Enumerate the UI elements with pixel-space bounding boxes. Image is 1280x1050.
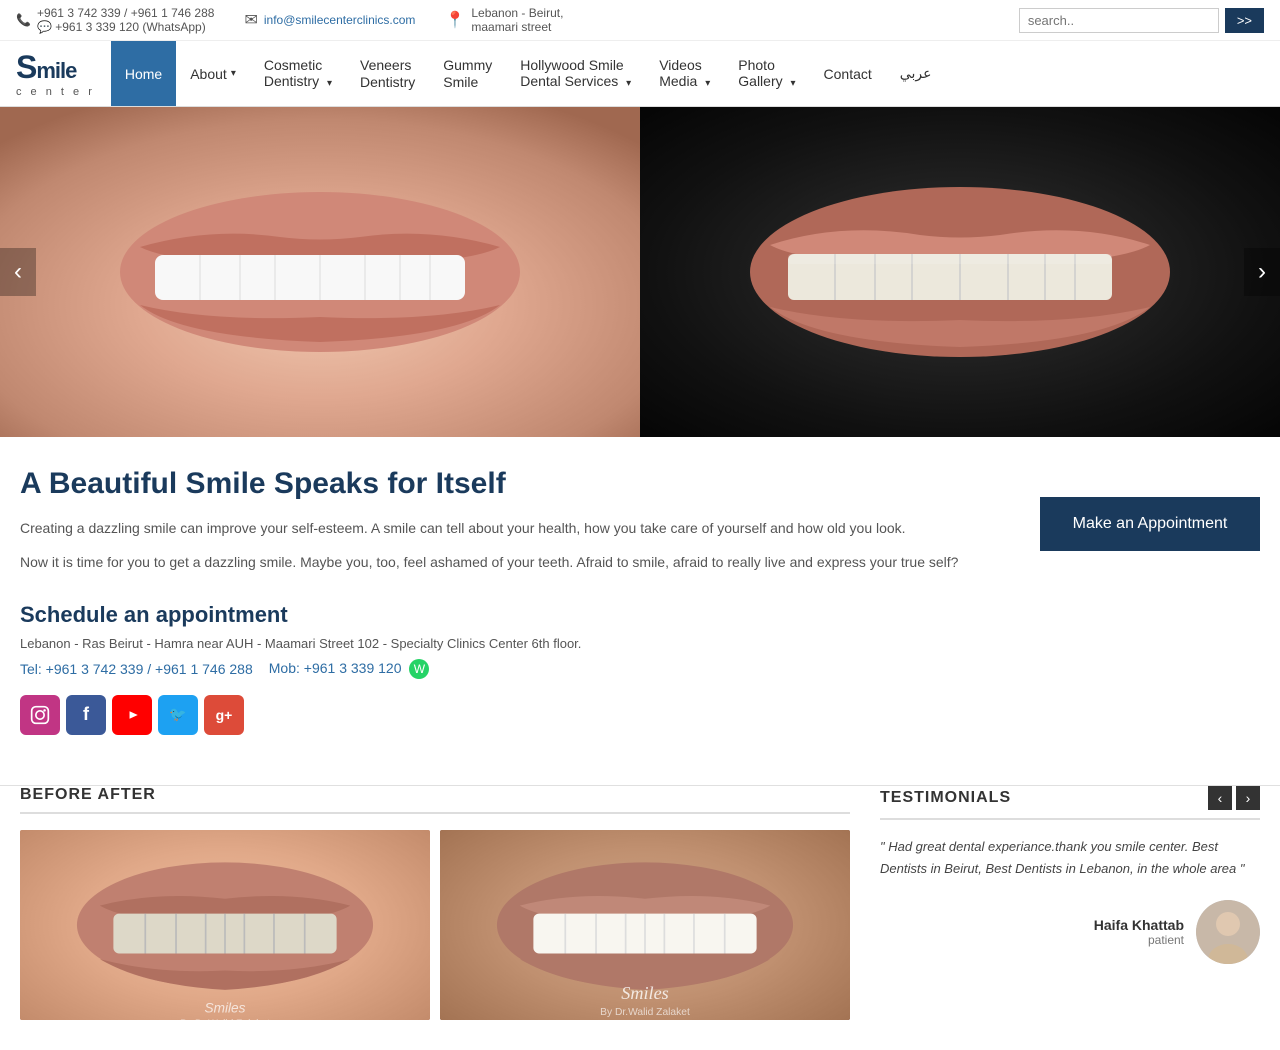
- author-info: Haifa Khattab patient: [1094, 917, 1184, 947]
- intro-para1: Creating a dazzling smile can improve yo…: [20, 517, 1010, 539]
- nav-contact[interactable]: Contact: [810, 41, 886, 106]
- nav-about[interactable]: About ▾: [176, 41, 250, 106]
- nav-hollywood-smile[interactable]: Hollywood Smile Dental Services ▾: [506, 41, 645, 106]
- facebook-icon[interactable]: f: [66, 695, 106, 735]
- search-area: >>: [1019, 8, 1264, 33]
- before-image-svg: Smiles By Dr.Walid Zalaket: [20, 830, 430, 1020]
- author-name: Haifa Khattab: [1094, 917, 1184, 933]
- schedule-address: Lebanon - Ras Beirut - Hamra near AUH - …: [20, 636, 1010, 651]
- nav-gummy-smile[interactable]: Gummy Smile: [429, 41, 506, 106]
- before-after-header: BEFORE AFTER: [20, 786, 850, 814]
- author-avatar: [1196, 900, 1260, 964]
- phone-item: 📞 +961 3 742 339 / +961 1 746 288 💬 +961…: [16, 6, 214, 34]
- testimonials-section: TESTIMONIALS ‹ › " Had great dental expe…: [880, 786, 1260, 1020]
- testimonials-header: TESTIMONIALS ‹ ›: [880, 786, 1260, 820]
- appointment-button[interactable]: Make an Appointment: [1040, 497, 1260, 551]
- location-text: Lebanon - Beirut, maamari street: [471, 6, 563, 34]
- google-plus-icon[interactable]: g+: [204, 695, 244, 735]
- tel-number: Tel: +961 3 742 339 / +961 1 746 288: [20, 661, 253, 677]
- youtube-icon[interactable]: [112, 695, 152, 735]
- instagram-icon[interactable]: [20, 695, 60, 735]
- testimonials-title: TESTIMONIALS: [880, 789, 1011, 807]
- nav-photo-gallery[interactable]: Photo Gallery ▾: [724, 41, 809, 106]
- about-arrow: ▾: [231, 68, 236, 79]
- schedule-title: Schedule an appointment: [20, 602, 1010, 628]
- svg-text:By Dr.Walid Zalaket: By Dr.Walid Zalaket: [600, 1007, 690, 1018]
- before-image: Smiles By Dr.Walid Zalaket: [20, 830, 430, 1020]
- author-role: patient: [1094, 933, 1184, 947]
- testimonial-author: Haifa Khattab patient: [880, 900, 1260, 964]
- before-after-images: Smiles By Dr.Walid Zalaket: [20, 830, 850, 1020]
- schedule-phones: Tel: +961 3 742 339 / +961 1 746 288 Mob…: [20, 659, 1010, 679]
- hero-right-image: [640, 107, 1280, 437]
- location-item: 📍 Lebanon - Beirut, maamari street: [445, 6, 563, 34]
- testimonials-prev[interactable]: ‹: [1208, 786, 1232, 810]
- phone-numbers: +961 3 742 339 / +961 1 746 288 💬 +961 3…: [37, 6, 215, 34]
- before-after-title: BEFORE AFTER: [20, 786, 156, 804]
- svg-text:Smiles: Smiles: [621, 983, 669, 1003]
- hero-image-right: [640, 107, 1280, 437]
- search-input[interactable]: [1019, 8, 1219, 33]
- bottom-sections: BEFORE AFTER: [0, 786, 1280, 1050]
- nav-menu: Home About ▾ Cosmetic Dentistry ▾ Veneer…: [111, 41, 946, 106]
- logo: Smile c e n t e r: [0, 41, 111, 106]
- after-image: Smiles By Dr.Walid Zalaket: [440, 830, 850, 1020]
- top-bar: 📞 +961 3 742 339 / +961 1 746 288 💬 +961…: [0, 0, 1280, 41]
- page-title: A Beautiful Smile Speaks for Itself: [20, 467, 1010, 501]
- email-icon: ✉: [244, 10, 257, 30]
- hero-next-button[interactable]: ›: [1244, 248, 1280, 296]
- search-button[interactable]: >>: [1225, 8, 1264, 33]
- mob-number: Mob: +961 3 339 120 W: [269, 659, 430, 679]
- hero-left-image: [0, 107, 640, 437]
- before-after-section: BEFORE AFTER: [20, 786, 850, 1020]
- nav-home[interactable]: Home: [111, 41, 176, 106]
- hero-prev-button[interactable]: ‹: [0, 248, 36, 296]
- testimonial-quote: " Had great dental experiance.thank you …: [880, 836, 1260, 880]
- testimonials-nav: ‹ ›: [1208, 786, 1260, 810]
- nav-arabic[interactable]: عربي: [886, 41, 946, 106]
- logo-text: Smile: [16, 49, 95, 86]
- main-content: A Beautiful Smile Speaks for Itself Crea…: [0, 437, 1280, 785]
- social-icons-row: f 🐦 g+: [20, 695, 1010, 735]
- logo-sub: c e n t e r: [16, 86, 95, 98]
- email-item: ✉ info@smilecenterclinics.com: [244, 10, 415, 30]
- hero-image-left: [0, 107, 640, 437]
- testimonials-next[interactable]: ›: [1236, 786, 1260, 810]
- intro-para2: Now it is time for you to get a dazzling…: [20, 551, 1010, 573]
- svg-text:By Dr.Walid Zalaket: By Dr.Walid Zalaket: [180, 1018, 270, 1020]
- phone-icon: 📞: [16, 13, 31, 27]
- whatsapp-icon: W: [409, 659, 429, 679]
- avatar-svg: [1196, 900, 1260, 964]
- nav-cosmetic-dentistry[interactable]: Cosmetic Dentistry ▾: [250, 41, 346, 106]
- after-image-svg: Smiles By Dr.Walid Zalaket: [440, 830, 850, 1020]
- nav-veneers[interactable]: Veneers Dentistry: [346, 41, 429, 106]
- location-icon: 📍: [445, 10, 465, 30]
- content-left: A Beautiful Smile Speaks for Itself Crea…: [20, 467, 1010, 765]
- svg-text:Smiles: Smiles: [205, 1000, 246, 1015]
- hero-slider: ‹: [0, 107, 1280, 437]
- twitter-icon[interactable]: 🐦: [158, 695, 198, 735]
- content-right: Make an Appointment: [1040, 467, 1260, 765]
- whatsapp-line: 💬 +961 3 339 120 (WhatsApp): [37, 20, 215, 34]
- navbar: Smile c e n t e r Home About ▾ Cosmetic …: [0, 41, 1280, 107]
- nav-videos-media[interactable]: Videos Media ▾: [645, 41, 724, 106]
